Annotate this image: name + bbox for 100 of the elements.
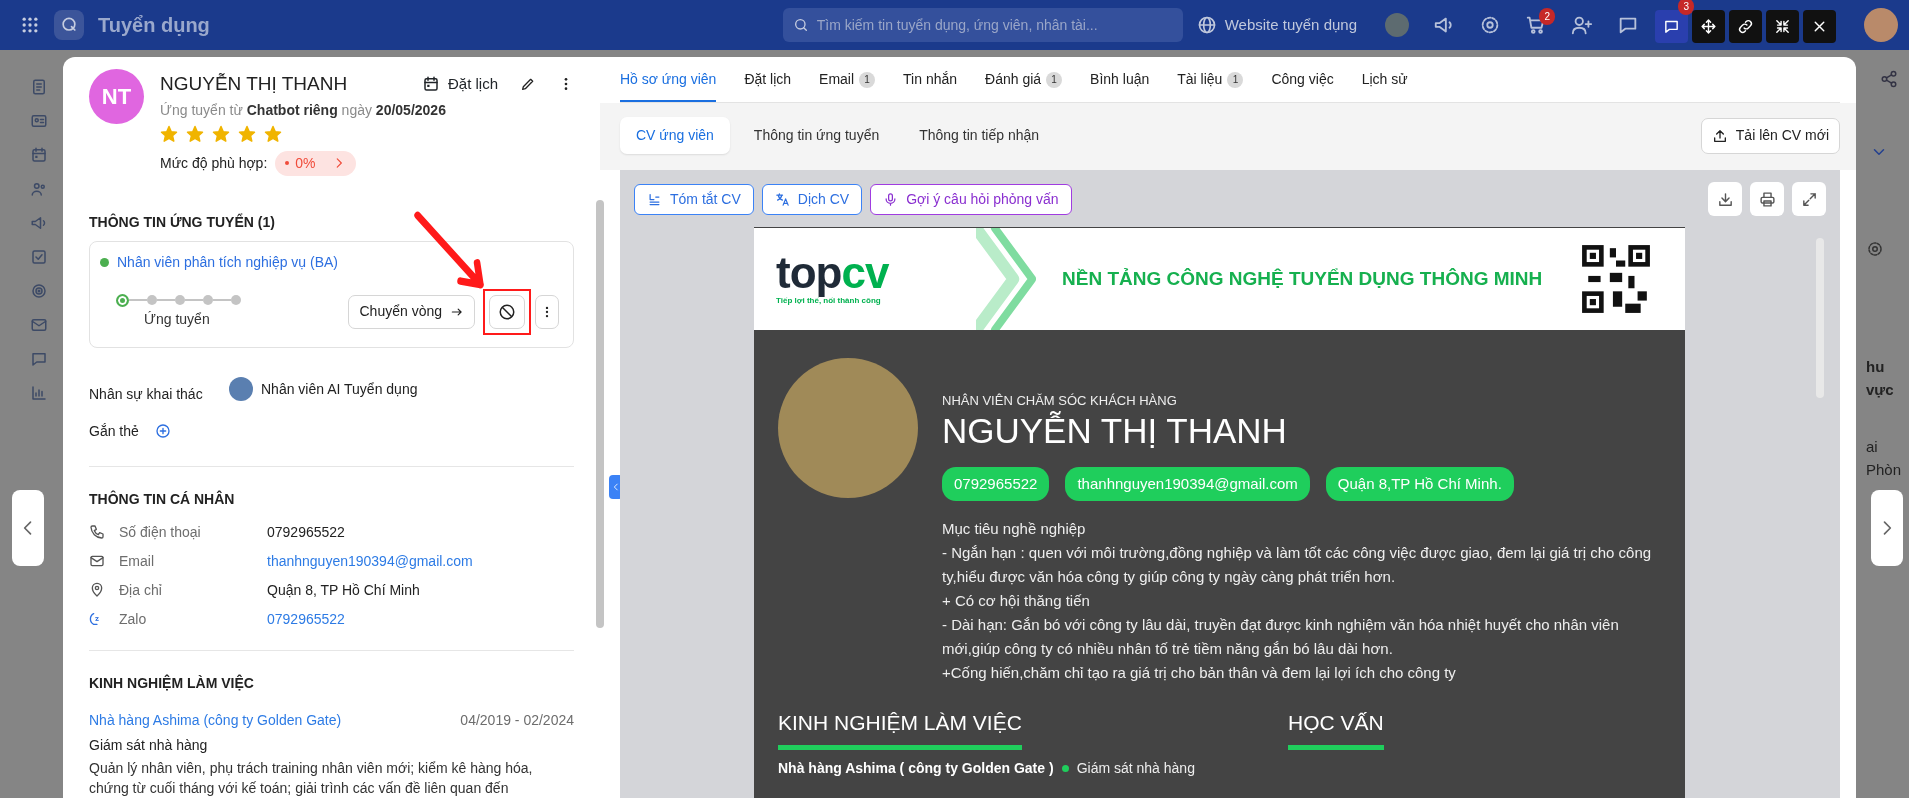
contact-link[interactable]: 0792965522 [267, 608, 345, 630]
avatar [1385, 13, 1409, 37]
grid-icon[interactable] [20, 15, 40, 35]
chart-icon[interactable] [30, 384, 48, 402]
megaphone-icon[interactable] [30, 214, 48, 232]
target-icon[interactable] [30, 282, 48, 300]
link-button[interactable] [1729, 10, 1762, 43]
owner-name: Nhân viên AI Tuyển dụng [261, 379, 418, 399]
chat-button[interactable] [1655, 10, 1688, 43]
reject-button[interactable] [489, 294, 525, 329]
count-badge: 2 [1539, 7, 1555, 25]
search-field[interactable]: Tìm kiếm tin tuyển dụng, ứng viên, nhân tài... [782, 8, 1183, 42]
section-title: THÔNG TIN ỨNG TUYỂN (1) [89, 212, 276, 232]
tab[interactable]: Tin nhắn [903, 69, 958, 102]
stage-dot[interactable] [147, 295, 157, 305]
mail-icon[interactable] [30, 316, 48, 334]
date-range: 04/2019 - 02/2024 [460, 710, 574, 730]
field-label: Số điện thoại [119, 522, 202, 542]
print-button[interactable] [1750, 182, 1784, 216]
objective-line: +Cống hiến,chăm chỉ tạo ra giá trị cho bản thân và đem lại lợi ích cho công ty [942, 663, 1457, 684]
phone-icon [89, 524, 105, 540]
candidate-name: NGUYỄN THỊ THANH [160, 72, 349, 96]
count-badge: 1 [1227, 71, 1244, 88]
field-value: Quận 8, TP Hồ Chí Minh [267, 580, 420, 600]
section-title: KINH NGHIỆM LÀM VIỆC [89, 673, 255, 693]
globe-icon [1196, 15, 1217, 35]
translate-button[interactable]: Dịch CV [761, 183, 863, 215]
count-badge: 3 [1678, 0, 1694, 15]
tab[interactable]: Lịch sử [1361, 69, 1408, 102]
role-title: Giám sát nhà hàng [1076, 758, 1195, 778]
upload-cv-button[interactable]: Tải lên CV mới [1700, 117, 1840, 154]
previous-button[interactable] [12, 490, 44, 566]
company-link[interactable]: Nhà hàng Ashima (công ty Golden Gate) [89, 709, 342, 731]
job-description: Quản lý nhân viên, phụ trách training nhân viên mới; kiểm kê hàng hóa, chứng từ cuối tháng với kế toán; giải trình các vấn đề liên quan đến [89, 758, 534, 798]
download-icon [1716, 190, 1734, 208]
tab[interactable]: Đặt lịch [744, 69, 792, 102]
scrollbar[interactable] [596, 200, 604, 628]
download-button[interactable] [1708, 182, 1742, 216]
schedule-button[interactable]: Đặt lịch [413, 69, 506, 100]
id-card-icon[interactable] [30, 112, 48, 130]
brand-logo: topcv [776, 251, 890, 295]
count-badge: 1 [859, 71, 876, 88]
tab[interactable]: Tài liệu 1 [1177, 69, 1244, 102]
job-title-link[interactable]: Nhân viên phân tích nghiệp vụ (BA) [117, 251, 339, 273]
chat-icon [1663, 18, 1680, 35]
subtab[interactable]: Thông tin ứng tuyển [737, 117, 896, 154]
doc-icon[interactable] [30, 78, 48, 96]
objective-line: - Ngắn hạn : quen với môi trường,đồng nghiệp và làm tốt các công việc được giao, đem lại giá trị cho công ty,hiểu được văn hóa công ty giúp công ty ngày càng phát triển hơn. [942, 543, 1653, 588]
tab[interactable]: Đánh giá 1 [985, 69, 1063, 102]
stage-dot[interactable] [231, 295, 241, 305]
mail-icon [89, 553, 105, 569]
calendar-icon[interactable] [30, 146, 48, 164]
link-icon [1737, 18, 1754, 35]
star-icon [238, 124, 256, 143]
next-button[interactable] [1871, 490, 1903, 566]
field-label: Địa chỉ [119, 580, 163, 600]
fullscreen-button[interactable] [1792, 182, 1826, 216]
stage-label: Ứng tuyển [144, 309, 211, 329]
job-role: Giám sát nhà hàng [89, 735, 209, 755]
move-button[interactable] [1692, 10, 1725, 43]
settings-icon[interactable] [1866, 240, 1884, 258]
chat-icon[interactable] [30, 350, 48, 368]
fullscreen-icon [1800, 190, 1818, 208]
avatar [229, 377, 253, 401]
add-tag-icon[interactable] [154, 423, 171, 439]
star-icon [264, 124, 282, 143]
match-label: Mức độ phù hợp: [160, 153, 268, 173]
interview-questions-button[interactable]: Gợi ý câu hỏi phỏng vấn [870, 183, 1072, 215]
move-stage-button[interactable]: Chuyển vòng [348, 294, 475, 329]
contact-tag: thanhnguyen190394@gmail.com [1065, 466, 1310, 502]
objective-line: + Có cơ hội thăng tiến [942, 591, 1091, 612]
stage-dot[interactable] [116, 293, 129, 307]
users-icon[interactable] [30, 180, 48, 198]
shrink-button[interactable] [1766, 10, 1799, 43]
edit-icon[interactable] [520, 76, 536, 93]
close-button[interactable] [1803, 10, 1836, 43]
subtab[interactable]: Thông tin tiếp nhận [903, 117, 1056, 154]
website-link[interactable]: Website tuyển dụng [1196, 13, 1357, 37]
job-position: NHÂN VIÊN CHĂM SÓC KHÁCH HÀNG [942, 392, 1178, 410]
contact-link[interactable]: thanhnguyen190394@gmail.com [267, 550, 473, 572]
tab[interactable]: Email 1 [819, 69, 876, 102]
text-lines-icon [647, 191, 662, 207]
tab[interactable]: Công việc [1271, 69, 1334, 102]
subtab[interactable]: CV ứng viên [620, 117, 730, 154]
field-label: Gắn thẻ [89, 421, 139, 441]
checkbox-icon[interactable] [30, 248, 48, 266]
ban-icon [498, 302, 516, 321]
table-header: hu vực [1866, 357, 1895, 400]
add-user-icon[interactable] [1571, 14, 1593, 37]
summary-button[interactable]: Tóm tắt CV [634, 183, 754, 215]
calendar-icon [421, 75, 440, 94]
company-name: Nhà hàng Ashima ( công ty Golden Gate ) [778, 758, 1054, 778]
stage-dot[interactable] [175, 295, 185, 305]
bullet-dot [1061, 764, 1069, 772]
banner-headline: NỀN TẢNG CÔNG NGHỆ TUYỂN DỤNG THÔNG MINH [1062, 266, 1543, 291]
field-label: Email [119, 551, 155, 571]
tab[interactable]: Bình luận [1090, 69, 1150, 102]
upload-icon [1711, 127, 1728, 144]
stage-dot[interactable] [203, 295, 213, 305]
share-icon[interactable] [1880, 70, 1898, 88]
